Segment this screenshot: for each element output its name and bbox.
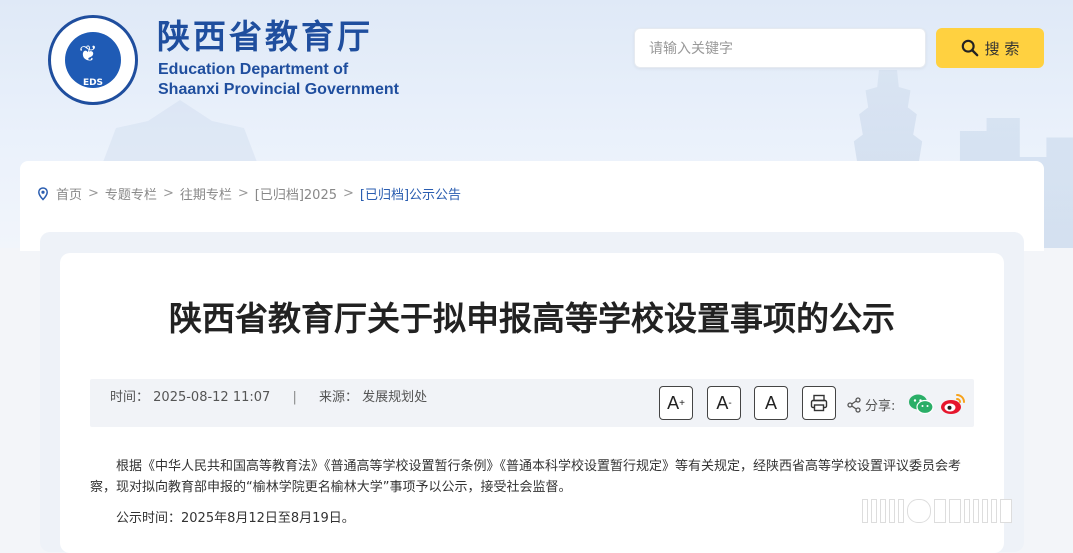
source-watermark xyxy=(862,496,1062,526)
printer-icon xyxy=(810,394,828,412)
article-paragraph-2: 公示时间：2025年8月12日至8月19日。 xyxy=(116,511,355,526)
plus-icon: + xyxy=(679,397,685,409)
share-section: 分享: xyxy=(846,395,895,414)
emblem-text: EDS xyxy=(82,78,104,88)
share-label: 分享: xyxy=(865,399,896,414)
font-decrease-button[interactable]: A- xyxy=(707,386,741,420)
site-name-en-line1: Education Department of xyxy=(158,61,349,78)
site-name-cn[interactable]: 陕西省教育厅 xyxy=(157,17,373,57)
breadcrumb: 首页 > 专题专栏 > 往期专栏 > [已归档]2025 > [已归档]公示公告 xyxy=(36,184,461,203)
pagoda-silhouette-left xyxy=(100,100,260,170)
font-decrease-label: A xyxy=(716,392,729,413)
search-icon xyxy=(961,39,978,57)
font-reset-label: A xyxy=(764,392,777,413)
search-input[interactable] xyxy=(634,28,926,68)
article-title: 陕西省教育厅关于拟申报高等学校设置事项的公示 xyxy=(169,299,895,338)
book-icon: ❦ xyxy=(79,42,98,67)
share-icon xyxy=(847,396,861,413)
wechat-share-icon[interactable] xyxy=(908,393,934,415)
source-label: 来源： xyxy=(318,390,358,405)
article-meta: 时间： 2025-08-12 11:07 | 来源： 发展规划处 xyxy=(110,389,427,407)
search-button-label: 搜 索 xyxy=(984,39,1020,58)
minus-icon: - xyxy=(728,397,732,409)
source-value: 发展规划处 xyxy=(362,390,428,405)
publish-time-label: 时间： xyxy=(110,390,150,405)
print-button[interactable] xyxy=(802,386,836,420)
site-name-en-line2: Shaanxi Provincial Government xyxy=(158,81,399,98)
breadcrumb-archived-2025[interactable]: [已归档]2025 xyxy=(255,184,337,203)
breadcrumb-separator: > xyxy=(237,186,249,201)
location-pin-icon xyxy=(38,186,48,201)
department-emblem-logo[interactable]: ❦ EDS xyxy=(48,15,138,105)
font-increase-label: A xyxy=(667,392,680,413)
font-reset-button[interactable]: A xyxy=(754,386,788,420)
article-paragraph-1: 根据《中华人民共和国高等教育法》《普通高等学校设置暂行条例》《普通本科学校设置暂… xyxy=(90,459,962,495)
breadcrumb-current-notices[interactable]: [已归档]公示公告 xyxy=(360,184,461,203)
breadcrumb-special-topics[interactable]: 专题专栏 xyxy=(105,184,157,203)
site-name-en[interactable]: Education Department of Shaanxi Provinci… xyxy=(158,60,399,100)
breadcrumb-separator: > xyxy=(162,186,174,201)
breadcrumb-separator: > xyxy=(343,186,354,201)
breadcrumb-past-topics[interactable]: 往期专栏 xyxy=(180,184,232,203)
publish-time-value: 2025-08-12 11:07 xyxy=(153,390,271,405)
breadcrumb-home[interactable]: 首页 xyxy=(56,184,82,203)
meta-divider: | xyxy=(292,390,297,405)
font-increase-button[interactable]: A + xyxy=(659,386,693,420)
breadcrumb-separator: > xyxy=(88,186,99,201)
weibo-share-icon[interactable] xyxy=(940,392,966,416)
search-button[interactable]: 搜 索 xyxy=(936,28,1044,68)
